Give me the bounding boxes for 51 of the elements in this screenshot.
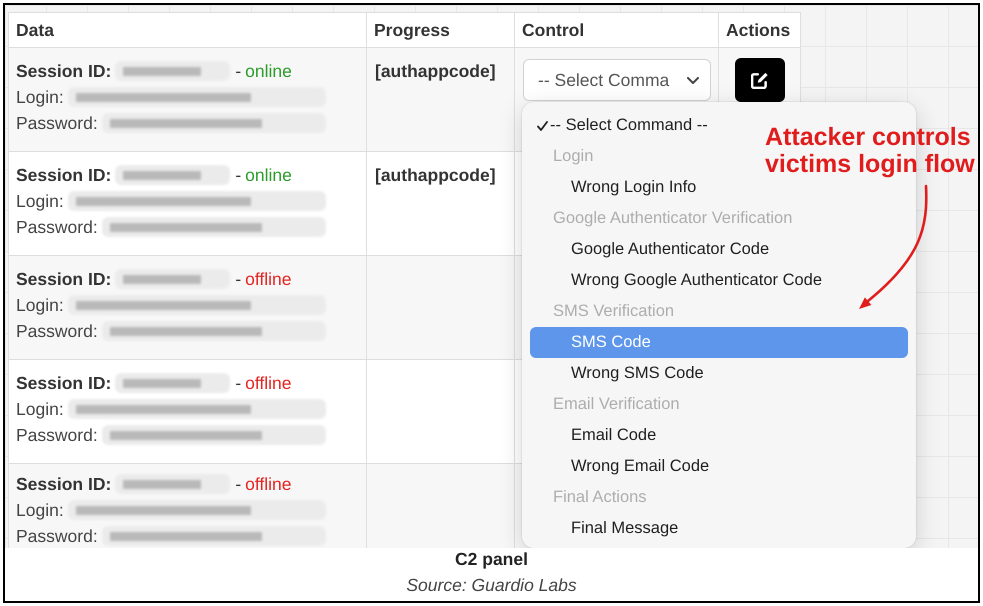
option-group-label: Email Verification bbox=[552, 394, 681, 416]
dash-separator: - bbox=[235, 372, 242, 395]
dash-separator: - bbox=[235, 60, 242, 83]
dropdown-option[interactable]: Email Code bbox=[530, 420, 662, 451]
login-label: Login: bbox=[16, 190, 64, 213]
password-label: Password: bbox=[16, 112, 98, 135]
status-text: offline bbox=[245, 268, 292, 291]
option-group-label: Final Actions bbox=[552, 487, 648, 508]
session-id-label: Session ID: bbox=[16, 372, 112, 395]
dropdown-option[interactable]: Wrong Google Authenticator Code bbox=[530, 265, 828, 296]
session-id-label: Session ID: bbox=[16, 473, 112, 496]
caption-source: Source: Guardio Labs bbox=[406, 574, 577, 597]
login-label: Login: bbox=[16, 398, 64, 421]
dropdown-option[interactable]: Google Authenticator Code bbox=[530, 234, 776, 265]
dash-separator: - bbox=[235, 164, 242, 187]
option-group-label: SMS Verification bbox=[552, 301, 676, 322]
edit-icon bbox=[750, 72, 768, 88]
password-label: Password: bbox=[16, 320, 98, 343]
session-id-label: Session ID: bbox=[16, 164, 112, 187]
dash-separator: - bbox=[235, 473, 242, 496]
login-label: Login: bbox=[16, 499, 64, 522]
option-group-label: Google Authenticator Verification bbox=[552, 208, 794, 230]
dropdown-option[interactable]: Wrong Email Code bbox=[530, 451, 716, 482]
check-icon bbox=[537, 120, 548, 130]
session-id-label: Session ID: bbox=[16, 60, 112, 83]
progress-value: [authappcode] bbox=[375, 165, 496, 185]
password-label: Password: bbox=[16, 216, 98, 239]
progress-value: [authappcode] bbox=[375, 61, 496, 81]
password-label: Password: bbox=[16, 525, 98, 548]
column-header: Control bbox=[514, 12, 718, 48]
password-label: Password: bbox=[16, 424, 98, 447]
option-group-label: Login bbox=[552, 146, 594, 168]
chevron-icon bbox=[687, 76, 699, 84]
caption-title: C2 panel bbox=[455, 548, 528, 571]
dropdown-option[interactable]: Wrong Login Info bbox=[530, 172, 702, 203]
status-text: offline bbox=[245, 372, 292, 395]
dash-separator: - bbox=[235, 268, 242, 291]
annotation-text: Attacker controls victims login flow bbox=[765, 124, 975, 178]
session-id-label: Session ID: bbox=[16, 268, 112, 291]
command-select[interactable]: -- Select Comma bbox=[523, 59, 711, 101]
edit-button[interactable] bbox=[734, 58, 784, 102]
status-text: online bbox=[245, 60, 292, 83]
column-header: Progress bbox=[366, 12, 514, 48]
column-header: Data bbox=[8, 12, 366, 48]
dropdown-option[interactable]: Final Message bbox=[530, 513, 684, 544]
dropdown-option[interactable]: Wrong SMS Code bbox=[530, 358, 710, 389]
login-label: Login: bbox=[16, 86, 64, 109]
status-text: offline bbox=[245, 473, 292, 496]
dropdown-option[interactable]: -- Select Command -- bbox=[530, 110, 714, 141]
login-label: Login: bbox=[16, 294, 64, 317]
status-text: online bbox=[245, 164, 292, 187]
